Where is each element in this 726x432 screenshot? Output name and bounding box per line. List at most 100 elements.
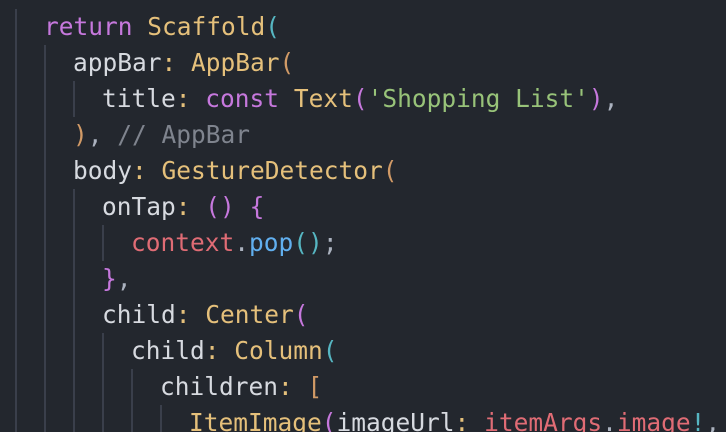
code-token: : [278,372,308,401]
indent-guide [15,189,17,225]
indent-guide [15,261,17,297]
code-line[interactable]: context.pop(); [131,225,338,261]
code-token: ) [588,84,604,113]
indent-guide [131,405,133,432]
indent-guide [73,369,75,405]
code-line[interactable]: }, [102,261,132,297]
indent-guide [102,369,104,405]
indent-guide [73,333,75,369]
code-token: : [175,192,206,221]
code-token: ( [265,12,281,41]
indent-guide [44,45,46,81]
code-line[interactable]: appBar: AppBar( [73,45,294,81]
indent-guide [15,45,17,81]
code-token: : [175,84,206,113]
indent-guide [15,9,17,45]
indent-guide [44,261,46,297]
indent-guide [44,81,46,117]
indent-guide [131,369,133,405]
code-token: , [116,264,132,293]
indent-guide [44,297,46,333]
indent-guide [102,225,104,261]
indent-guide [44,333,46,369]
indent-guide [15,81,17,117]
indent-guide [44,189,46,225]
code-token: : [132,156,162,185]
code-token: 'Shopping List' [367,84,589,113]
indent-guide [73,81,75,117]
indent-guide [44,153,46,189]
indent-guide [73,297,75,333]
code-token: GestureDetector [161,156,383,185]
code-token: AppBar [191,48,280,77]
code-token: appBar [73,48,162,77]
code-token: return [44,12,133,41]
code-token: children [160,372,279,401]
code-line[interactable]: onTap: () { [102,189,264,225]
code-token: ( [382,156,398,185]
code-token: Column [234,336,323,365]
code-token: title [102,84,176,113]
code-line[interactable]: children: [ [160,369,322,405]
code-token: child [102,300,176,329]
code-token: : [204,336,235,365]
code-token: . [234,228,250,257]
indent-guide [102,405,104,432]
code-token: const [205,84,280,113]
code-token: Scaffold [147,12,266,41]
code-token: ( [352,84,368,113]
indent-guide [15,153,17,189]
indent-guide [15,297,17,333]
code-line[interactable]: body: GestureDetector( [73,153,398,189]
code-token: Text [293,84,353,113]
code-line[interactable]: child: Column( [131,333,338,369]
code-editor[interactable]: return Scaffold(appBar: AppBar(title: co… [0,0,726,432]
code-line[interactable]: title: const Text('Shopping List'), [102,81,618,117]
indent-guide [15,405,17,432]
code-token: ; [322,228,338,257]
indent-guide [102,333,104,369]
indent-guide [15,225,17,261]
code-line[interactable]: child: Center( [102,297,309,333]
code-token: context [131,228,235,257]
code-token: Center [205,300,294,329]
indent-guide [160,405,162,432]
code-token: : [454,408,485,432]
code-token: onTap [102,192,176,221]
indent-guide [73,189,75,225]
indent-guide [44,405,46,432]
code-token: ! [690,408,706,432]
code-token: [ [307,372,323,401]
code-token: itemArgs [484,408,603,432]
code-token: ( [321,408,337,432]
code-line[interactable]: return Scaffold( [44,9,280,45]
code-line[interactable]: ItemImage(imageUrl: itemArgs.image!, t [189,405,726,432]
indent-guide [15,333,17,369]
indent-guide [44,117,46,153]
indent-guide [73,405,75,432]
code-token: ( [322,336,338,365]
code-token: imageUrl [336,408,455,432]
indent-guide [44,225,46,261]
code-token: pop [249,228,294,257]
code-token: image [616,408,691,432]
code-token: ) [73,120,88,149]
code-token: { [249,192,265,221]
code-token: , [87,120,118,149]
code-token: : [175,300,206,329]
indent-guide [73,225,75,261]
code-token: . [602,408,617,432]
code-token: : [161,48,192,77]
code-token: ( [293,300,309,329]
indent-guide [44,369,46,405]
code-line[interactable]: ), // AppBar [73,117,250,153]
indent-guide [15,117,17,153]
code-token: ( [279,48,295,77]
code-token: // AppBar [117,120,251,149]
code-token: , t [705,408,721,432]
code-token: () [293,228,323,257]
code-token: child [131,336,205,365]
